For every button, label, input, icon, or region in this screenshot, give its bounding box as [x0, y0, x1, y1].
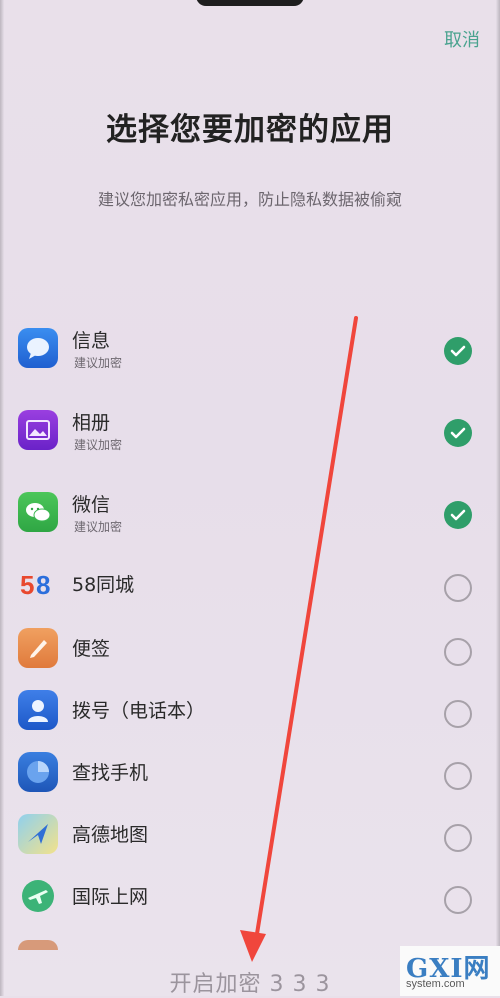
wechat-icon — [18, 492, 58, 532]
app-row-amap[interactable]: 高德地图 — [0, 812, 500, 874]
app-name: 微信 — [72, 494, 111, 516]
app-select-checkbox[interactable] — [444, 638, 472, 666]
contacts-icon — [18, 690, 58, 730]
gallery-icon — [18, 410, 58, 450]
app-recommend-label: 建议加密 — [74, 520, 123, 534]
app-name: 相册 — [72, 412, 111, 434]
app-name: 信息 — [72, 330, 111, 352]
svg-text:5: 5 — [20, 570, 34, 599]
app-select-checkbox[interactable] — [444, 886, 472, 914]
app-select-checkbox[interactable] — [444, 337, 472, 365]
58-icon: 58 — [18, 564, 58, 604]
app-name: 拨号（电话本） — [72, 700, 206, 722]
phone-notch — [196, 0, 304, 6]
app-name: 国际上网 — [72, 886, 149, 908]
app-select-checkbox[interactable] — [444, 419, 472, 447]
app-row-gallery[interactable]: 相册 建议加密 — [0, 400, 500, 462]
app-row-global-internet[interactable]: 国际上网 — [0, 874, 500, 936]
find-phone-icon — [18, 752, 58, 792]
app-recommend-label: 建议加密 — [74, 438, 123, 452]
app-name: 高德地图 — [72, 824, 149, 846]
app-name: 58同城 — [72, 574, 135, 596]
app-select-checkbox[interactable] — [444, 762, 472, 790]
app-name: 便签 — [72, 638, 111, 660]
page-subtitle: 建议您加密私密应用，防止隐私数据被偷窥 — [97, 190, 402, 209]
notes-icon — [18, 628, 58, 668]
amap-icon — [18, 814, 58, 854]
app-row-58[interactable]: 58 58同城 — [0, 564, 500, 626]
app-select-checkbox[interactable] — [444, 700, 472, 728]
app-recommend-label: 建议加密 — [74, 356, 123, 370]
app-select-checkbox[interactable] — [444, 824, 472, 852]
check-icon — [450, 509, 466, 521]
app-select-checkbox[interactable] — [444, 501, 472, 529]
check-icon — [450, 427, 466, 439]
check-icon — [450, 345, 466, 357]
global-internet-icon — [18, 876, 58, 916]
app-row-notes[interactable]: 便签 — [0, 626, 500, 688]
page-title: 选择您要加密的应用 — [106, 112, 394, 148]
app-row-wechat[interactable]: 微信 建议加密 — [0, 482, 500, 544]
app-icon-partial — [18, 940, 58, 950]
app-name: 查找手机 — [72, 762, 149, 784]
cancel-button[interactable]: 取消 — [444, 26, 480, 52]
app-row-contacts[interactable]: 拨号（电话本） — [0, 688, 500, 750]
app-row-messages[interactable]: 信息 建议加密 — [0, 318, 500, 380]
app-select-checkbox[interactable] — [444, 574, 472, 602]
watermark-url: system.com — [406, 978, 465, 990]
svg-text:8: 8 — [36, 570, 50, 599]
app-row-find-phone[interactable]: 查找手机 — [0, 750, 500, 812]
watermark: GXI网 system.com — [400, 946, 500, 996]
message-icon — [18, 328, 58, 368]
